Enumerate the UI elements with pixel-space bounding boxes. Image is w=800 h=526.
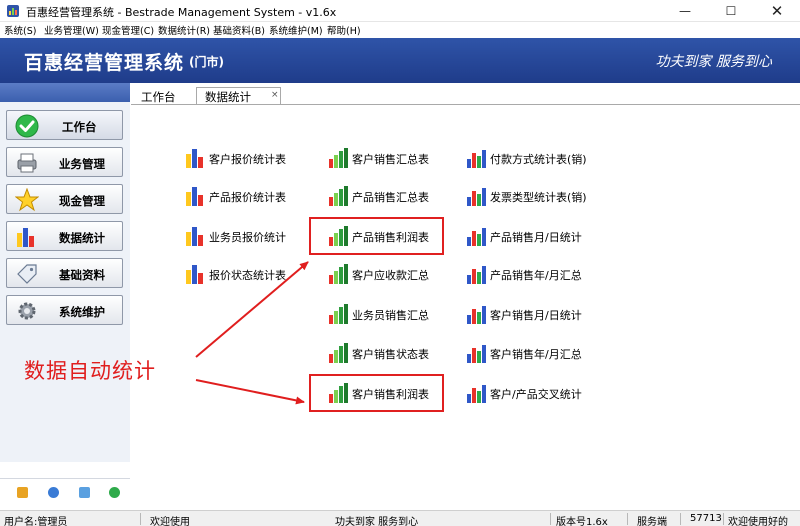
status-greeting: 欢迎使用好的 <box>728 517 788 526</box>
bar-chart-icon <box>467 150 486 168</box>
report-label: 报价状态统计表 <box>209 269 286 282</box>
report-label: 产品销售月/日统计 <box>490 231 582 244</box>
menu-maintenance[interactable]: 系统维护(M) <box>269 23 323 37</box>
window-title: 百惠经营管理系统 - Bestrade Management System - … <box>26 6 337 19</box>
highlight-box-customer-profit <box>309 374 444 412</box>
sidebar-item-statistics[interactable]: 数据统计 <box>6 221 123 251</box>
menu-help[interactable]: 帮助(H) <box>327 23 361 37</box>
sidebar-item-label: 系统维护 <box>59 305 105 319</box>
report-label: 业务员销售汇总 <box>352 309 429 322</box>
bar-chart-icon <box>186 187 203 206</box>
info-icon[interactable] <box>48 487 59 498</box>
tag-icon <box>17 264 37 284</box>
sidebar-item-label: 数据统计 <box>59 231 105 245</box>
key-icon[interactable] <box>17 487 28 498</box>
title-bar: 百惠经营管理系统 - Bestrade Management System - … <box>0 0 800 22</box>
bar-chart-icon <box>329 264 348 284</box>
sidebar-item-business[interactable]: 业务管理 <box>6 147 123 177</box>
sidebar: 工作台 业务管理 现金管理 数据统计 基础资料 系统维护 <box>0 83 130 511</box>
maximize-icon[interactable]: ☐ <box>708 0 754 22</box>
status-server-label: 服务端 <box>637 517 667 526</box>
close-icon[interactable]: ✕ <box>754 0 800 22</box>
bar-chart-icon <box>186 265 203 284</box>
exit-icon[interactable] <box>109 487 120 498</box>
menu-cash[interactable]: 现金管理(C) <box>102 23 154 37</box>
bar-chart-icon <box>329 186 348 206</box>
status-separator <box>627 513 628 525</box>
report-label: 客户销售年/月汇总 <box>490 348 582 361</box>
status-slogan: 功夫到家 服务到心 <box>335 517 419 526</box>
report-label: 产品销售汇总表 <box>352 191 429 204</box>
report-label: 客户应收款汇总 <box>352 269 429 282</box>
bar-chart-icon <box>467 228 486 246</box>
bar-chart-icon <box>329 343 348 363</box>
sidebar-item-maintenance[interactable]: 系统维护 <box>6 295 123 325</box>
status-separator <box>550 513 551 525</box>
tab-workbench[interactable]: 工作台 <box>141 87 176 105</box>
status-separator <box>680 513 681 525</box>
status-bar: 用户名:管理员 欢迎使用 功夫到家 服务到心 版本号1.6x 服务端 57713… <box>0 510 800 526</box>
report-label: 产品报价统计表 <box>209 191 286 204</box>
menu-basic-data[interactable]: 基础资料(B) <box>213 23 265 37</box>
gear-icon <box>18 302 36 320</box>
status-separator <box>140 513 141 525</box>
tab-strip: 工作台 数据统计 × <box>131 83 800 105</box>
printer-icon <box>17 153 37 173</box>
sidebar-item-cash[interactable]: 现金管理 <box>6 184 123 214</box>
status-separator <box>723 513 724 525</box>
menu-bar: 系统(S) 业务管理(W) 现金管理(C) 数据统计(R) 基础资料(B) 系统… <box>0 22 800 38</box>
report-label: 付款方式统计表(销) <box>490 153 587 166</box>
bar-chart-icon <box>329 148 348 168</box>
menu-business[interactable]: 业务管理(W) <box>44 23 99 37</box>
report-label: 客户/产品交叉统计 <box>490 388 582 401</box>
sidebar-item-label: 业务管理 <box>59 157 105 171</box>
banner-slogan: 功夫到家 服务到心 <box>655 54 772 70</box>
status-user: 用户名:管理员 <box>4 517 68 526</box>
report-label: 客户销售状态表 <box>352 348 429 361</box>
tab-label: 数据统计 <box>205 90 251 104</box>
bar-chart-icon <box>467 188 486 206</box>
close-tab-icon[interactable]: × <box>271 90 279 100</box>
bar-chart-icon <box>467 306 486 324</box>
status-welcome: 欢迎使用 <box>150 517 190 526</box>
bar-chart-icon <box>467 345 486 363</box>
report-label: 产品销售年/月汇总 <box>490 269 582 282</box>
report-label: 客户报价统计表 <box>209 153 286 166</box>
check-icon <box>15 114 39 138</box>
sidebar-item-label: 基础资料 <box>59 268 105 282</box>
sidebar-footer <box>0 478 130 511</box>
bar-chart-icon <box>467 385 486 403</box>
bar-chart-icon <box>467 266 486 284</box>
tab-statistics[interactable]: 数据统计 × <box>196 87 281 105</box>
app-subtitle: (门市) <box>189 55 224 69</box>
sidebar-item-workbench[interactable]: 工作台 <box>6 110 123 140</box>
annotation-label: 数据自动统计 <box>24 359 156 383</box>
minimize-icon[interactable]: — <box>662 0 708 22</box>
report-label: 发票类型统计表(销) <box>490 191 587 204</box>
app-icon <box>7 5 19 17</box>
highlight-box-product-profit <box>309 217 444 255</box>
report-label: 客户销售汇总表 <box>352 153 429 166</box>
bar-chart-icon <box>17 228 34 247</box>
bar-chart-icon <box>186 227 203 246</box>
menu-statistics[interactable]: 数据统计(R) <box>158 23 210 37</box>
sidebar-item-basic-data[interactable]: 基础资料 <box>6 258 123 288</box>
bar-chart-icon <box>329 304 348 324</box>
search-icon[interactable] <box>79 487 90 498</box>
status-server-port: 57713 <box>690 513 722 524</box>
report-label: 业务员报价统计 <box>209 231 286 244</box>
sidebar-header <box>0 83 130 102</box>
bar-chart-icon <box>186 149 203 168</box>
app-title: 百惠经营管理系统 <box>24 52 185 74</box>
report-label: 客户销售月/日统计 <box>490 309 582 322</box>
star-icon <box>15 188 39 212</box>
status-version: 版本号1.6x <box>556 517 608 526</box>
sidebar-item-label: 现金管理 <box>59 194 105 208</box>
app-banner: 百惠经营管理系统 (门市) 功夫到家 服务到心 <box>0 38 800 83</box>
sidebar-item-label: 工作台 <box>62 120 97 134</box>
menu-system[interactable]: 系统(S) <box>4 23 36 37</box>
